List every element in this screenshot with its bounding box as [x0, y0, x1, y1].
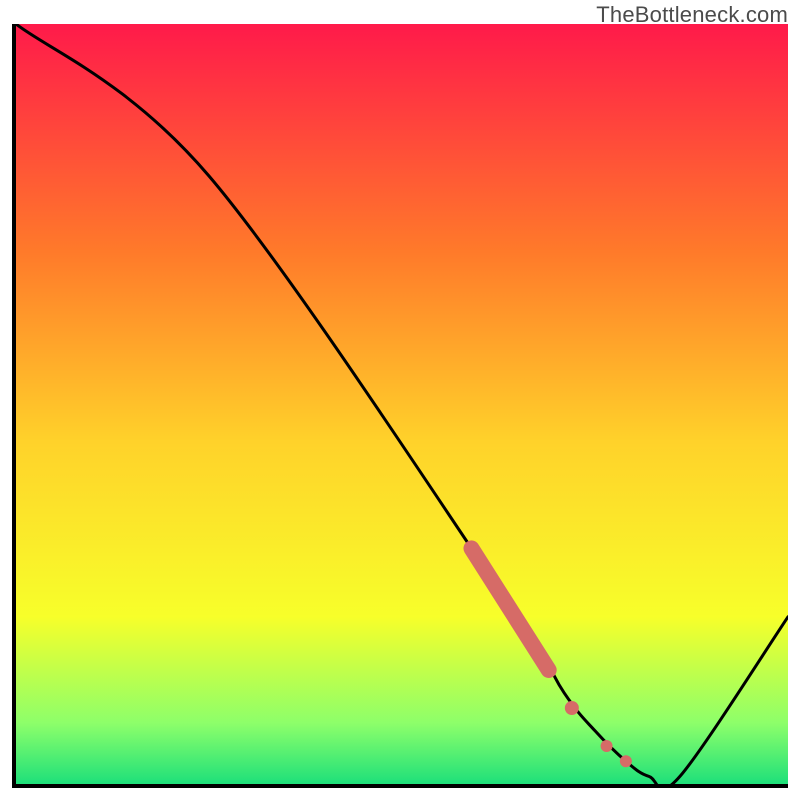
dot-a [565, 701, 579, 715]
bottleneck-chart [16, 24, 788, 784]
gradient-background [16, 24, 788, 784]
dot-b [601, 740, 613, 752]
chart-stage: TheBottleneck.com [0, 0, 800, 800]
plot-area [12, 24, 788, 788]
dot-c [620, 755, 632, 767]
